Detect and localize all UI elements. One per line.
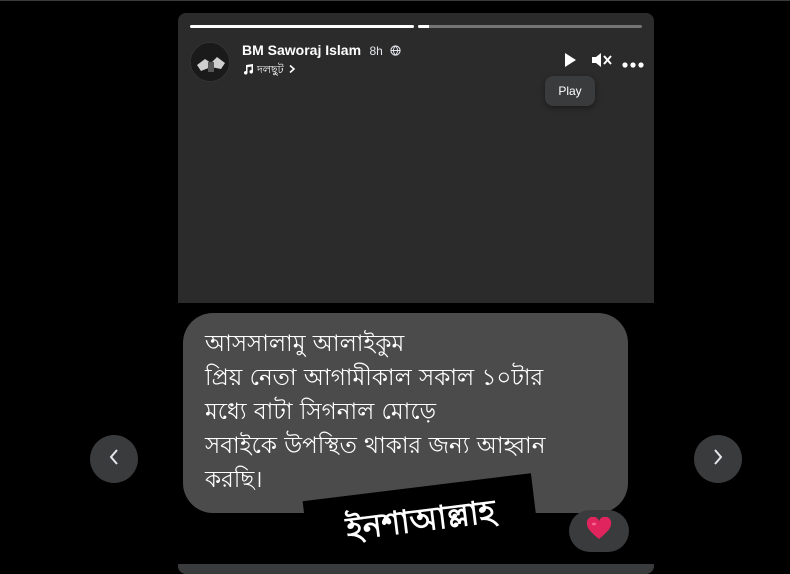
mute-button[interactable] (591, 51, 613, 73)
progress-fill-1 (190, 25, 414, 28)
sticker-text: ইনশাআল্লাহ (343, 492, 498, 549)
globe-icon (390, 43, 401, 61)
progress-bar-segment-2 (418, 25, 642, 28)
post-time: 8h (369, 44, 383, 58)
story-text: আসসালামু আলাইকুম প্রিয় নেতা আগামীকাল সক… (205, 331, 546, 493)
music-title: দলছুট (257, 63, 284, 76)
chevron-right-icon (711, 447, 725, 471)
music-note-icon (242, 63, 254, 78)
previous-story-button[interactable] (90, 435, 138, 483)
progress-fill-2 (418, 25, 430, 28)
volume-muted-icon (591, 51, 613, 73)
avatar[interactable] (190, 42, 230, 82)
play-tooltip: Play (545, 76, 595, 106)
story-viewer[interactable]: BM Saworaj Islam 8h দলছুট Play আসসালামু … (178, 13, 654, 574)
author-name[interactable]: BM Saworaj Islam (242, 42, 361, 58)
chevron-left-icon (107, 447, 121, 471)
author-info: BM Saworaj Islam 8h (242, 42, 401, 61)
story-text-bubble: আসসালামু আলাইকুম প্রিয় নেতা আগামীকাল সক… (183, 313, 628, 513)
story-bottom-strip (178, 564, 654, 574)
heart-reaction-button[interactable] (569, 510, 629, 552)
next-story-button[interactable] (694, 435, 742, 483)
chevron-right-small-icon (287, 64, 297, 77)
heart-reaction-icon (586, 516, 612, 545)
music-link[interactable]: দলছুট (242, 61, 297, 80)
play-icon (563, 52, 577, 72)
more-options-button[interactable] (622, 51, 644, 73)
more-options-icon (622, 53, 644, 72)
play-button[interactable] (559, 51, 581, 73)
progress-bar-segment-1 (190, 25, 414, 28)
top-border (0, 0, 790, 1)
